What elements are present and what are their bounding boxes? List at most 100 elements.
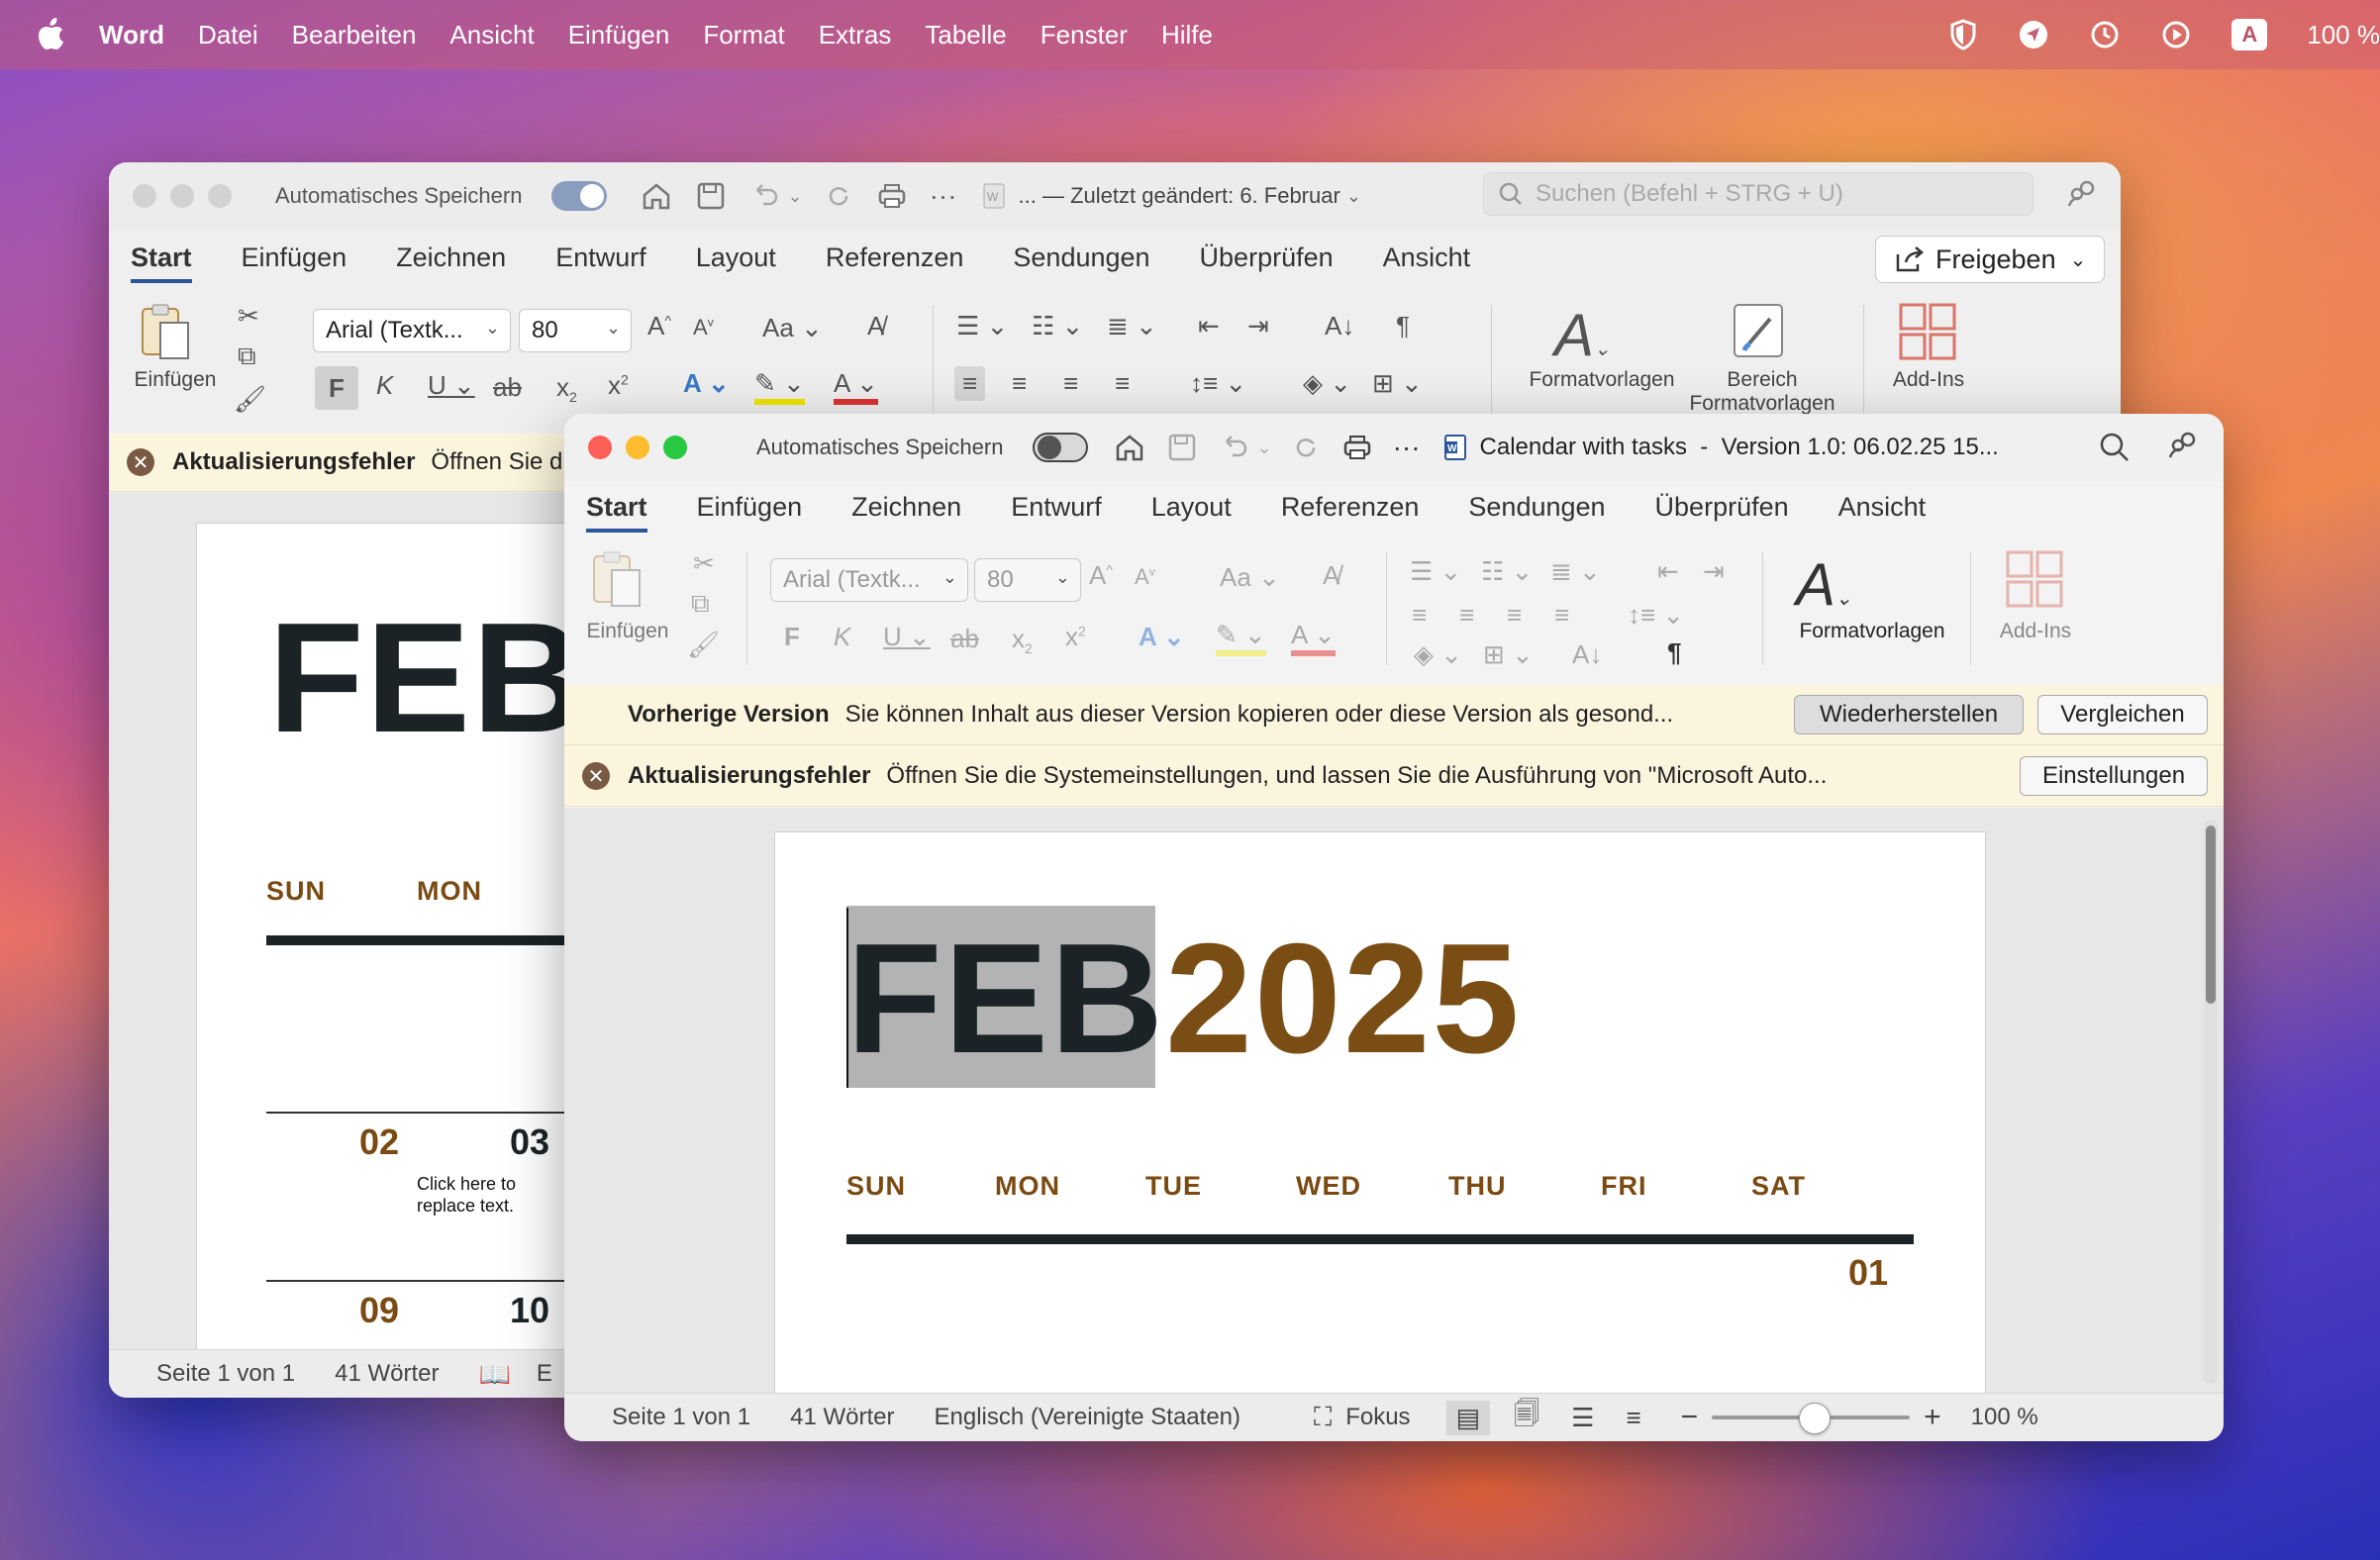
paste-icon[interactable]	[137, 301, 196, 364]
strikethrough-button[interactable]: ab	[950, 624, 979, 654]
redo-icon[interactable]	[1292, 434, 1320, 461]
addins-icon[interactable]	[1897, 301, 1958, 362]
chevron-down-icon[interactable]: ⌄	[1256, 438, 1271, 458]
input-source-badge[interactable]: A	[2231, 19, 2268, 50]
tab-zeichnen[interactable]: Zeichnen	[396, 243, 506, 283]
menu-format[interactable]: Format	[703, 20, 784, 50]
tab-ansicht[interactable]: Ansicht	[1838, 492, 1927, 533]
focus-label[interactable]: Fokus	[1345, 1404, 1410, 1431]
change-case-icon[interactable]: Aa ⌄	[1220, 562, 1280, 593]
proofing-icon[interactable]: 📖	[478, 1359, 510, 1390]
zoom-out-icon[interactable]: −	[1681, 1401, 1699, 1434]
decrease-indent-icon[interactable]: ⇤	[1198, 311, 1220, 341]
styles-pane-label[interactable]: Bereich Formatvorlagen	[1683, 368, 1841, 416]
tab-layout[interactable]: Layout	[696, 243, 776, 283]
tab-zeichnen[interactable]: Zeichnen	[851, 492, 961, 533]
increase-indent-icon[interactable]: ⇥	[1247, 311, 1269, 341]
status-page[interactable]: Seite 1 von 1	[156, 1360, 295, 1388]
chevron-down-icon[interactable]: ⌄	[1346, 186, 1361, 207]
tab-start[interactable]: Start	[586, 492, 647, 533]
tab-ueberpruefen[interactable]: Überprüfen	[1655, 492, 1789, 533]
italic-button[interactable]: K	[376, 370, 393, 401]
numbering-icon[interactable]: ☷ ⌄	[1032, 311, 1083, 341]
underline-button[interactable]: U ⌄	[883, 622, 931, 652]
font-color-icon[interactable]: A ⌄	[1291, 620, 1336, 656]
minimize-button[interactable]	[626, 436, 649, 459]
more-icon[interactable]: ···	[930, 180, 957, 212]
borders-icon[interactable]: ⊞ ⌄	[1372, 368, 1423, 399]
menu-bearbeiten[interactable]: Bearbeiten	[292, 20, 417, 50]
font-color-icon[interactable]: A ⌄	[834, 368, 878, 405]
styles-pane-icon[interactable]	[1729, 301, 1792, 362]
sort-icon[interactable]: A↓	[1572, 639, 1602, 670]
line-spacing-icon[interactable]: ↕≡ ⌄	[1190, 368, 1246, 399]
align-center-icon[interactable]: ≡	[1459, 600, 1474, 631]
bullets-icon[interactable]: ☰ ⌄	[956, 311, 1008, 341]
paste-label[interactable]: Einfügen	[578, 620, 677, 643]
zoom-button[interactable]	[208, 184, 232, 208]
date-10[interactable]: 10	[510, 1290, 549, 1331]
search-input[interactable]: Suchen (Befehl + STRG + U)	[1483, 172, 2033, 216]
bold-button[interactable]: F	[784, 622, 800, 652]
justify-icon[interactable]: ≡	[1554, 600, 1569, 631]
format-painter-icon[interactable]: 🖌	[687, 630, 720, 660]
save-icon[interactable]	[696, 181, 726, 211]
tab-entwurf[interactable]: Entwurf	[1011, 492, 1102, 533]
menu-hilfe[interactable]: Hilfe	[1161, 20, 1213, 50]
addins-icon[interactable]	[2004, 548, 2065, 610]
borders-icon[interactable]: ⊞ ⌄	[1483, 639, 1534, 670]
font-size-combo[interactable]: 80 ⌄	[519, 309, 632, 352]
close-button[interactable]	[588, 436, 612, 459]
paste-label[interactable]: Einfügen	[131, 368, 220, 392]
undo-icon[interactable]	[1219, 434, 1248, 461]
zoom-slider-thumb[interactable]	[1799, 1403, 1832, 1434]
shading-icon[interactable]: ◈ ⌄	[1303, 368, 1351, 399]
status-words[interactable]: 41 Wörter	[335, 1360, 439, 1388]
increase-indent-icon[interactable]: ⇥	[1703, 556, 1725, 587]
cut-icon[interactable]: ✂	[693, 548, 715, 579]
heading-month-back[interactable]: FEB	[268, 589, 587, 768]
play-circle-icon[interactable]	[2160, 19, 2192, 50]
clear-format-icon[interactable]: A̸	[1323, 560, 1339, 591]
styles-label[interactable]: Formatvorlagen	[1513, 368, 1691, 392]
scrollbar-thumb[interactable]	[2206, 826, 2216, 1004]
status-language[interactable]: E	[537, 1360, 552, 1388]
close-button[interactable]	[133, 184, 156, 208]
subscript-button[interactable]: x2	[556, 372, 577, 405]
multilevel-list-icon[interactable]: ≣ ⌄	[1107, 311, 1157, 341]
date-01[interactable]: 01	[1848, 1252, 1888, 1294]
more-icon[interactable]: ···	[1393, 432, 1421, 463]
italic-button[interactable]: K	[834, 622, 850, 652]
tab-referenzen[interactable]: Referenzen	[826, 243, 964, 283]
print-icon[interactable]	[1341, 434, 1373, 461]
line-spacing-icon[interactable]: ↕≡ ⌄	[1628, 600, 1684, 631]
zoom-level[interactable]: 100 %	[1971, 1404, 2038, 1431]
justify-icon[interactable]: ≡	[1115, 368, 1130, 399]
highlight-icon[interactable]: ✎ ⌄	[1216, 620, 1266, 656]
format-painter-icon[interactable]: 🖌	[234, 384, 266, 415]
chevron-down-icon[interactable]: ⌄	[787, 186, 802, 207]
strikethrough-button[interactable]: ab	[493, 372, 522, 403]
menu-fenster[interactable]: Fenster	[1041, 20, 1128, 50]
highlight-icon[interactable]: ✎ ⌄	[754, 368, 805, 405]
align-right-icon[interactable]: ≡	[1063, 368, 1078, 399]
addins-label[interactable]: Add-Ins	[1986, 620, 2085, 643]
web-layout-icon[interactable]: 🗐	[1514, 1396, 1539, 1439]
tab-entwurf[interactable]: Entwurf	[555, 243, 646, 283]
grow-font-icon[interactable]: A^	[1089, 560, 1113, 591]
menu-ansicht[interactable]: Ansicht	[449, 20, 534, 50]
tab-sendungen[interactable]: Sendungen	[1013, 243, 1149, 283]
pilcrow-icon[interactable]: ¶	[1667, 637, 1681, 668]
multilevel-list-icon[interactable]: ≣ ⌄	[1550, 556, 1601, 587]
copy-icon[interactable]: ⧉	[238, 341, 256, 372]
addins-label[interactable]: Add-Ins	[1879, 368, 1978, 392]
outline-view-icon[interactable]: ☰	[1571, 1403, 1594, 1433]
doc-title-front[interactable]: Calendar with tasks - Version 1.0: 06.02…	[1480, 434, 1999, 461]
search-icon[interactable]	[2099, 432, 2131, 463]
focus-icon[interactable]: ⛶	[1314, 1402, 1332, 1433]
draft-view-icon[interactable]: ≡	[1626, 1403, 1640, 1433]
share-button[interactable]: Freigeben ⌄	[1875, 236, 2106, 283]
home-icon[interactable]	[1114, 433, 1145, 462]
status-page[interactable]: Seite 1 von 1	[612, 1404, 750, 1431]
heading-month[interactable]: FEB	[846, 912, 1165, 1086]
